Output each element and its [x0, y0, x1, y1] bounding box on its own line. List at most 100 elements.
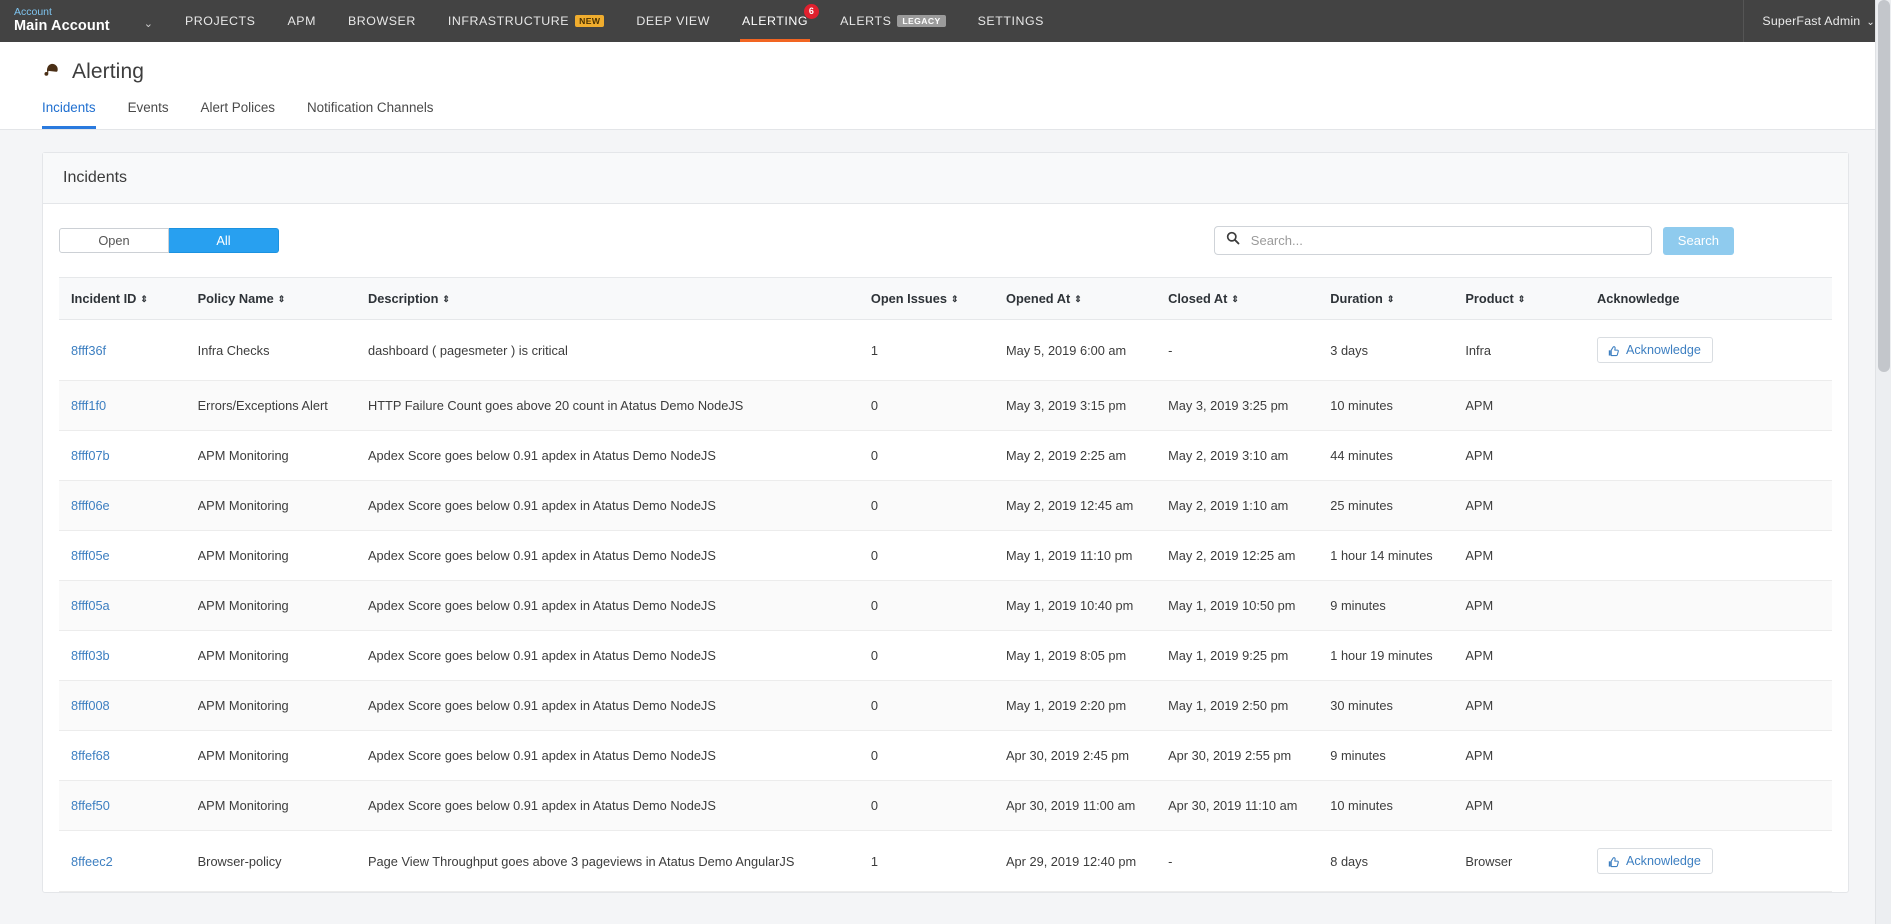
- cell-duration: 9 minutes: [1330, 580, 1466, 631]
- acknowledge-label: Acknowledge: [1625, 343, 1701, 357]
- filter-open-button[interactable]: Open: [59, 228, 169, 253]
- cell-open-issues: 0: [870, 780, 1006, 831]
- chevron-down-icon[interactable]: ⌄: [144, 17, 153, 30]
- incidents-card-header: Incidents: [43, 153, 1848, 204]
- column-header-closed-at[interactable]: Closed At ⇕: [1168, 277, 1331, 320]
- page-title: Alerting: [72, 60, 145, 83]
- incident-id-link[interactable]: 8fff36f: [71, 343, 106, 358]
- table-row: 8ffef68 APM Monitoring Apdex Score goes be…: [59, 730, 1832, 781]
- incident-id-link[interactable]: 8ffeec2: [71, 854, 113, 869]
- column-header-policy-name[interactable]: Policy Name ⇕: [197, 277, 368, 320]
- search-box[interactable]: [1213, 226, 1652, 255]
- cell-product: APM: [1465, 580, 1597, 631]
- nav-item-apm[interactable]: APM: [271, 0, 332, 42]
- sort-toggle-icon[interactable]: ⇕: [1387, 295, 1395, 304]
- incident-id-link[interactable]: 8fff008: [71, 698, 110, 713]
- column-label: Open Issues: [870, 291, 947, 306]
- nav-item-projects[interactable]: PROJECTS: [169, 0, 272, 42]
- cell-policy-name: APM Monitoring: [197, 780, 368, 831]
- sort-toggle-icon[interactable]: ⇕: [951, 295, 959, 304]
- nav-item-label: ALERTING: [741, 14, 809, 28]
- incident-id-link[interactable]: 8fff1f0: [71, 398, 106, 413]
- incident-id-link[interactable]: 8fff03b: [71, 648, 110, 663]
- new-badge: NEW: [575, 14, 605, 28]
- cell-opened-at: May 2, 2019 2:25 am: [1005, 430, 1169, 481]
- user-menu[interactable]: SuperFast Admin ⌄: [1762, 14, 1875, 28]
- column-header-duration[interactable]: Duration ⇕: [1330, 277, 1466, 320]
- cell-policy-name: APM Monitoring: [197, 530, 368, 581]
- incidents-table-header: Incident ID ⇕ Policy Name ⇕ Description ⇕ O…: [59, 277, 1832, 320]
- nav-item-alerts[interactable]: ALERTS LEGACY: [824, 0, 962, 42]
- column-header-open-issues[interactable]: Open Issues ⇕: [870, 277, 1006, 320]
- cell-policy-name: Browser-policy: [197, 830, 368, 892]
- filter-all-button[interactable]: All: [169, 228, 279, 253]
- search-input[interactable]: [1248, 232, 1640, 249]
- column-header-incident-id[interactable]: Incident ID ⇕: [59, 277, 198, 320]
- cell-closed-at: May 2, 2019 12:25 am: [1168, 530, 1331, 581]
- cell-duration: 1 hour 19 minutes: [1330, 630, 1466, 681]
- page-tabs: Incidents Events Alert Polices Notificat…: [42, 100, 1891, 129]
- cell-opened-at: May 1, 2019 11:10 pm: [1005, 530, 1169, 581]
- sort-toggle-icon[interactable]: ⇕: [1074, 295, 1082, 304]
- table-row: 8fff07b APM Monitoring Apdex Score goes be…: [59, 430, 1832, 481]
- nav-item-infrastructure[interactable]: INFRASTRUCTURE NEW: [432, 0, 621, 42]
- tab-alert-polices[interactable]: Alert Polices: [201, 100, 275, 129]
- cell-closed-at: Apr 30, 2019 2:55 pm: [1168, 730, 1331, 781]
- nav-item-label: APM: [287, 14, 316, 28]
- incident-id-link[interactable]: 8fff06e: [71, 498, 110, 513]
- acknowledge-button[interactable]: Acknowledge: [1596, 337, 1713, 363]
- account-switcher[interactable]: Account Main Account ⌄: [0, 0, 161, 42]
- column-header-description[interactable]: Description ⇕: [368, 277, 871, 320]
- scrollbar-thumb[interactable]: [1878, 0, 1890, 372]
- column-header-opened-at[interactable]: Opened At ⇕: [1005, 277, 1169, 320]
- tab-notification-channels[interactable]: Notification Channels: [307, 100, 434, 129]
- cell-product: APM: [1465, 630, 1597, 681]
- sort-toggle-icon[interactable]: ⇕: [278, 295, 286, 304]
- cell-opened-at: Apr 29, 2019 12:40 pm: [1005, 830, 1169, 892]
- search-button[interactable]: Search: [1662, 226, 1734, 255]
- cell-product: APM: [1465, 530, 1597, 581]
- tab-events[interactable]: Events: [128, 100, 169, 129]
- tab-incidents[interactable]: Incidents: [42, 100, 96, 129]
- nav-item-deep-view[interactable]: DEEP VIEW: [620, 0, 726, 42]
- page-header: Alerting Incidents Events Alert Polices …: [0, 42, 1891, 130]
- cell-closed-at: May 1, 2019 10:50 pm: [1168, 580, 1331, 631]
- acknowledge-button[interactable]: Acknowledge: [1596, 848, 1713, 874]
- cell-acknowledge: Acknowledge: [1596, 319, 1832, 381]
- column-label: Duration: [1330, 291, 1383, 306]
- sort-toggle-icon[interactable]: ⇕: [1518, 295, 1526, 304]
- cell-acknowledge: [1596, 680, 1832, 731]
- cell-incident-id: 8fff06e: [59, 480, 198, 531]
- cell-open-issues: 0: [870, 630, 1006, 681]
- incident-id-link[interactable]: 8fff05e: [71, 548, 110, 563]
- cell-open-issues: 0: [870, 430, 1006, 481]
- cell-description: HTTP Failure Count goes above 20 count i…: [368, 380, 871, 431]
- cell-acknowledge: [1596, 580, 1832, 631]
- cell-open-issues: 0: [870, 580, 1006, 631]
- incident-id-link[interactable]: 8ffef68: [71, 748, 110, 763]
- column-label: Product: [1465, 291, 1514, 306]
- column-header-product[interactable]: Product ⇕: [1465, 277, 1597, 320]
- cell-opened-at: May 5, 2019 6:00 am: [1005, 319, 1169, 381]
- top-navigation-bar: Account Main Account ⌄ PROJECTS APM BROW…: [0, 0, 1891, 42]
- nav-item-settings[interactable]: SETTINGS: [962, 0, 1060, 42]
- cell-opened-at: May 2, 2019 12:45 am: [1005, 480, 1169, 531]
- sort-toggle-icon[interactable]: ⇕: [140, 295, 148, 304]
- cell-policy-name: APM Monitoring: [197, 730, 368, 781]
- cell-duration: 25 minutes: [1330, 480, 1466, 531]
- incident-id-link[interactable]: 8fff07b: [71, 448, 110, 463]
- cell-policy-name: Infra Checks: [197, 319, 368, 381]
- cell-duration: 10 minutes: [1330, 780, 1466, 831]
- nav-item-label: PROJECTS: [184, 14, 256, 28]
- sort-toggle-icon[interactable]: ⇕: [442, 295, 450, 304]
- nav-item-browser[interactable]: BROWSER: [332, 0, 432, 42]
- cell-incident-id: 8fff36f: [59, 319, 198, 381]
- incidents-table-body: 8fff36f Infra Checks dashboard ( pagesmete…: [59, 319, 1832, 892]
- incident-id-link[interactable]: 8ffef50: [71, 798, 110, 813]
- cell-incident-id: 8fff008: [59, 680, 198, 731]
- nav-item-alerting[interactable]: ALERTING 6: [726, 0, 824, 42]
- sort-toggle-icon[interactable]: ⇕: [1231, 295, 1239, 304]
- page-scrollbar[interactable]: [1875, 0, 1891, 924]
- cell-opened-at: May 1, 2019 8:05 pm: [1005, 630, 1169, 681]
- incident-id-link[interactable]: 8fff05a: [71, 598, 110, 613]
